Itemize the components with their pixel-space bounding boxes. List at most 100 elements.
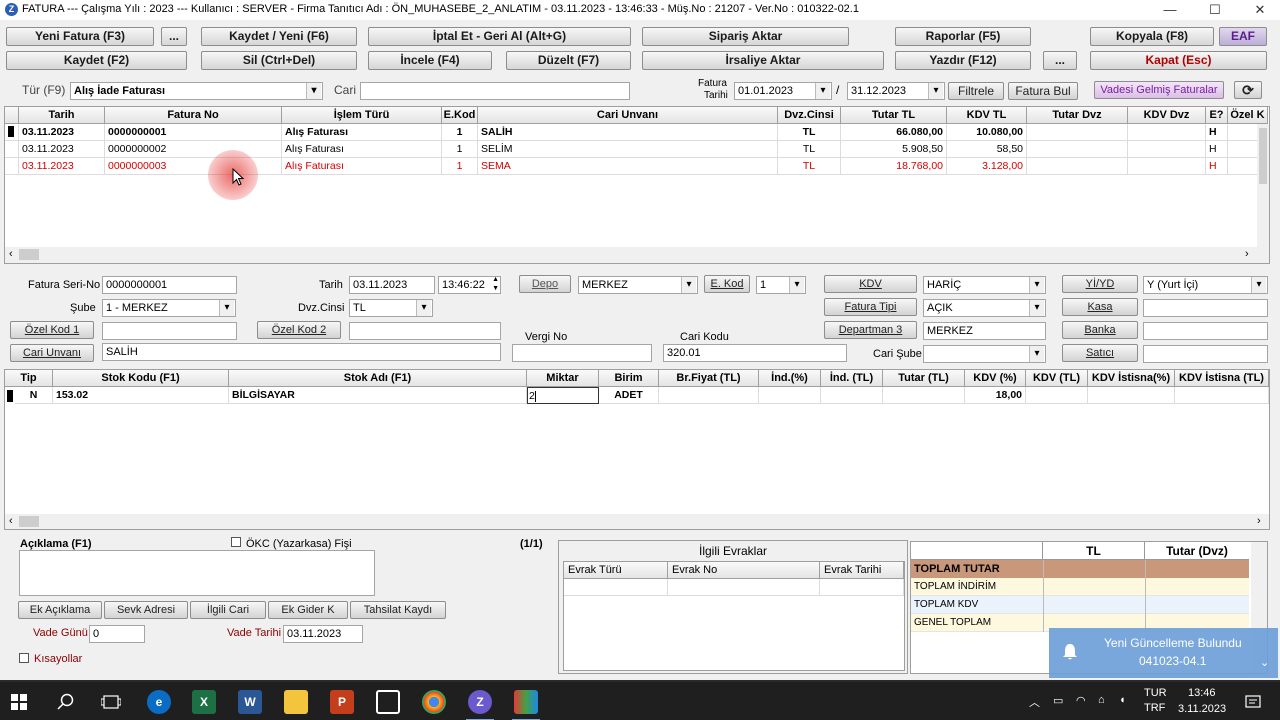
- network-icon[interactable]: ⌂: [1098, 694, 1105, 706]
- line-grid-hscroll[interactable]: ‹ ›: [5, 514, 1269, 529]
- ilgili-cari-button[interactable]: İlgili Cari: [190, 601, 266, 619]
- kdv-button[interactable]: KDV: [824, 275, 917, 293]
- vergi-no-input[interactable]: [512, 344, 652, 362]
- yazdir-button[interactable]: Yazdır (F12): [895, 51, 1031, 70]
- iptal-button[interactable]: İptal Et - Geri Al (Alt+G): [368, 27, 631, 46]
- sevk-adresi-button[interactable]: Sevk Adresi: [104, 601, 188, 619]
- vscroll-thumb[interactable]: [1259, 128, 1267, 184]
- excel-icon[interactable]: X: [192, 690, 216, 714]
- word-icon[interactable]: W: [238, 690, 262, 714]
- duzelt-button[interactable]: Düzelt (F7): [506, 51, 631, 70]
- incele-button[interactable]: İncele (F4): [368, 51, 492, 70]
- col-evrak-tarihi[interactable]: Evrak Tarihi: [820, 562, 904, 579]
- search-icon[interactable]: [57, 693, 75, 711]
- col-tutar-dvz[interactable]: Tutar Dvz: [1027, 107, 1128, 124]
- col-kdv-tl-line[interactable]: KDV (TL): [1026, 370, 1088, 387]
- ozel-kod-1-button[interactable]: Özel Kod 1: [10, 321, 94, 339]
- col-tip[interactable]: Tip: [5, 370, 53, 387]
- update-notification[interactable]: Yeni Güncelleme Bulundu 041023-04.1 ⌄: [1049, 628, 1278, 678]
- sil-button[interactable]: Sil (Ctrl+Del): [201, 51, 357, 70]
- sube-select[interactable]: 1 - MERKEZ: [102, 299, 236, 317]
- more-button-2[interactable]: ...: [1043, 51, 1077, 70]
- invoice-grid-vscroll[interactable]: [1257, 124, 1269, 263]
- col-islem-turu[interactable]: İşlem Türü: [282, 107, 442, 124]
- date-from-input[interactable]: 01.01.2023: [734, 82, 832, 100]
- col-kdv-istisna-tl[interactable]: KDV İstisna (TL): [1175, 370, 1269, 387]
- battery-icon[interactable]: ▭: [1053, 694, 1063, 707]
- satici-button[interactable]: Satıcı: [1062, 344, 1138, 362]
- wifi-icon[interactable]: ◠: [1076, 694, 1086, 707]
- tur-select[interactable]: Alış İade Faturası: [70, 82, 323, 100]
- dvz-cinsi-select[interactable]: TL: [349, 299, 433, 317]
- scroll-right-icon[interactable]: ›: [1257, 515, 1261, 527]
- satici-input[interactable]: [1143, 345, 1268, 363]
- fatura-tipi-select[interactable]: AÇIK: [923, 299, 1046, 317]
- kdv-select[interactable]: HARİÇ: [923, 276, 1046, 294]
- fatura-tipi-button[interactable]: Fatura Tipi: [824, 298, 917, 316]
- banka-input[interactable]: [1143, 322, 1268, 340]
- scroll-thumb[interactable]: [19, 249, 39, 260]
- col-tarih[interactable]: Tarih: [19, 107, 105, 124]
- saat-input[interactable]: 13:46:22 ▲ ▼: [438, 276, 501, 294]
- col-evrak-turu[interactable]: Evrak Türü: [564, 562, 668, 579]
- yiyd-select[interactable]: Y (Yurt İçi): [1143, 276, 1268, 294]
- ozel-kod-2-input[interactable]: [349, 322, 501, 340]
- col-ind-tl[interactable]: İnd. (TL): [821, 370, 883, 387]
- screen-recorder-icon[interactable]: [514, 690, 538, 714]
- col-miktar[interactable]: Miktar: [527, 370, 599, 387]
- okc-checkbox[interactable]: [231, 537, 241, 547]
- tahsilat-kaydi-button[interactable]: Tahsilat Kaydı: [350, 601, 446, 619]
- time-spinner-icon[interactable]: ▲ ▼: [492, 277, 499, 293]
- miktar-edit-input[interactable]: 2: [527, 387, 599, 404]
- cari-sube-select[interactable]: [923, 345, 1046, 363]
- eaf-button[interactable]: EAF: [1219, 27, 1267, 46]
- kisayollar-checkbox[interactable]: [19, 653, 29, 663]
- filtrele-button[interactable]: Filtrele: [948, 82, 1004, 100]
- cari-unvani-input[interactable]: SALİH: [102, 343, 501, 361]
- scroll-right-icon[interactable]: ›: [1245, 248, 1249, 260]
- scroll-left-icon[interactable]: ‹: [9, 515, 13, 527]
- zirve-app-icon[interactable]: Z: [468, 690, 492, 714]
- kapat-button[interactable]: Kapat (Esc): [1090, 51, 1267, 70]
- clock-time[interactable]: 13:46: [1188, 687, 1216, 699]
- ozel-kod-1-input[interactable]: [102, 322, 237, 340]
- ekod-select[interactable]: 1: [756, 276, 806, 294]
- col-ind-pct[interactable]: İnd.(%): [759, 370, 821, 387]
- kaydet-yeni-button[interactable]: Kaydet / Yeni (F6): [201, 27, 357, 46]
- kaydet-button[interactable]: Kaydet (F2): [6, 51, 187, 70]
- col-cari-unvani[interactable]: Cari Unvanı: [478, 107, 778, 124]
- col-tutar[interactable]: Tutar (TL): [883, 370, 965, 387]
- ek-aciklama-button[interactable]: Ek Açıklama: [18, 601, 102, 619]
- banka-button[interactable]: Banka: [1062, 321, 1138, 339]
- irsaliye-aktar-button[interactable]: İrsaliye Aktar: [642, 51, 884, 70]
- depo-select[interactable]: MERKEZ: [578, 276, 698, 294]
- col-kdv-tl[interactable]: KDV TL: [947, 107, 1027, 124]
- siparis-aktar-button[interactable]: Sipariş Aktar: [642, 27, 849, 46]
- vade-tarihi-input[interactable]: 03.11.2023: [283, 625, 363, 643]
- more-button-1[interactable]: ...: [161, 27, 187, 46]
- refresh-icon[interactable]: ⟳: [1234, 81, 1262, 99]
- powerpoint-icon[interactable]: P: [330, 690, 354, 714]
- col-kdv-dvz[interactable]: KDV Dvz: [1128, 107, 1206, 124]
- ozel-kod-2-button[interactable]: Özel Kod 2: [257, 321, 341, 339]
- yiyd-button[interactable]: Yİ/YD: [1062, 275, 1138, 293]
- cari-filter-input[interactable]: [360, 82, 630, 100]
- col-ekod[interactable]: E.Kod: [442, 107, 478, 124]
- volume-icon[interactable]: ◖: [1119, 694, 1126, 706]
- scroll-thumb[interactable]: [19, 516, 39, 527]
- minimize-button[interactable]: —: [1160, 2, 1180, 18]
- ekod-button[interactable]: E. Kod: [704, 275, 750, 293]
- col-kdv-pct[interactable]: KDV (%): [965, 370, 1026, 387]
- task-view-icon[interactable]: [101, 694, 121, 710]
- clock-date[interactable]: 3.11.2023: [1178, 703, 1226, 715]
- windows-start-icon[interactable]: [11, 694, 27, 710]
- kasa-button[interactable]: Kasa: [1062, 298, 1138, 316]
- departman-button[interactable]: Departman 3: [824, 321, 917, 339]
- maximize-button[interactable]: ☐: [1205, 2, 1225, 18]
- kopyala-button[interactable]: Kopyala (F8): [1090, 27, 1214, 46]
- vade-gunu-input[interactable]: 0: [89, 625, 145, 643]
- chevron-up-icon[interactable]: ︿: [1029, 694, 1040, 710]
- lang-line-2[interactable]: TRF: [1144, 702, 1165, 714]
- ek-gider-button[interactable]: Ek Gider K: [268, 601, 348, 619]
- chrome-icon[interactable]: [422, 690, 446, 714]
